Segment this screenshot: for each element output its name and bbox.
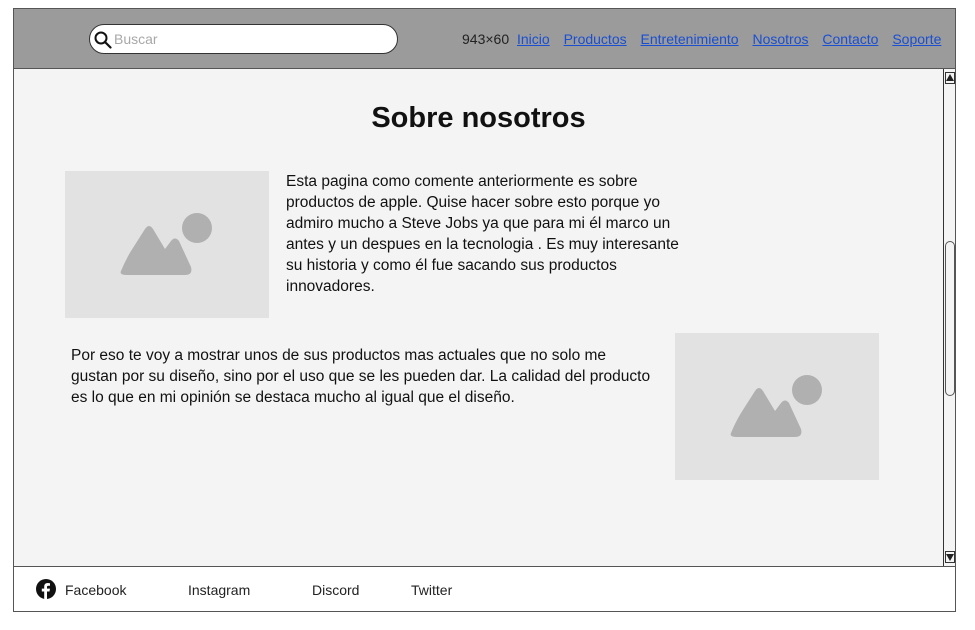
nav-link-inicio[interactable]: Inicio [517, 31, 550, 47]
vertical-scrollbar[interactable] [943, 69, 955, 566]
scroll-down-arrow-icon[interactable] [945, 551, 955, 563]
search-icon [94, 31, 112, 49]
main-nav: Inicio Productos Entretenimiento Nosotro… [517, 31, 941, 47]
image-placeholder-icon [120, 213, 212, 275]
about-paragraph-2: Por eso te voy a mostrar unos de sus pro… [71, 347, 651, 406]
search-box[interactable] [89, 24, 398, 54]
footer-link-instagram[interactable]: Instagram [188, 582, 250, 598]
nav-link-contacto[interactable]: Contacto [822, 31, 878, 47]
header-bar: 943×60 Inicio Productos Entretenimiento … [14, 9, 955, 69]
footer-link-twitter[interactable]: Twitter [411, 582, 452, 598]
facebook-icon[interactable] [36, 579, 56, 599]
nav-link-nosotros[interactable]: Nosotros [752, 31, 808, 47]
nav-link-productos[interactable]: Productos [564, 31, 627, 47]
page-title: Sobre nosotros [371, 102, 586, 134]
footer-link-facebook[interactable]: Facebook [65, 582, 126, 598]
main-content: Sobre nosotros Esta pagina como comente … [14, 69, 943, 566]
footer-link-discord[interactable]: Discord [312, 582, 359, 598]
image-placeholder-1 [65, 171, 269, 318]
footer-bar: Facebook Instagram Discord Twitter [14, 566, 955, 611]
nav-link-entretenimiento[interactable]: Entretenimiento [641, 31, 739, 47]
app-window: 943×60 Inicio Productos Entretenimiento … [13, 8, 956, 612]
scroll-thumb[interactable] [945, 241, 955, 396]
nav-link-soporte[interactable]: Soporte [892, 31, 941, 47]
dimensions-label: 943×60 [462, 31, 510, 47]
image-placeholder-icon [730, 375, 822, 437]
about-paragraph-1: Esta pagina como comente anteriormente e… [286, 173, 679, 295]
search-input[interactable] [114, 29, 384, 49]
image-placeholder-2 [675, 333, 879, 480]
scroll-up-arrow-icon[interactable] [945, 72, 955, 84]
